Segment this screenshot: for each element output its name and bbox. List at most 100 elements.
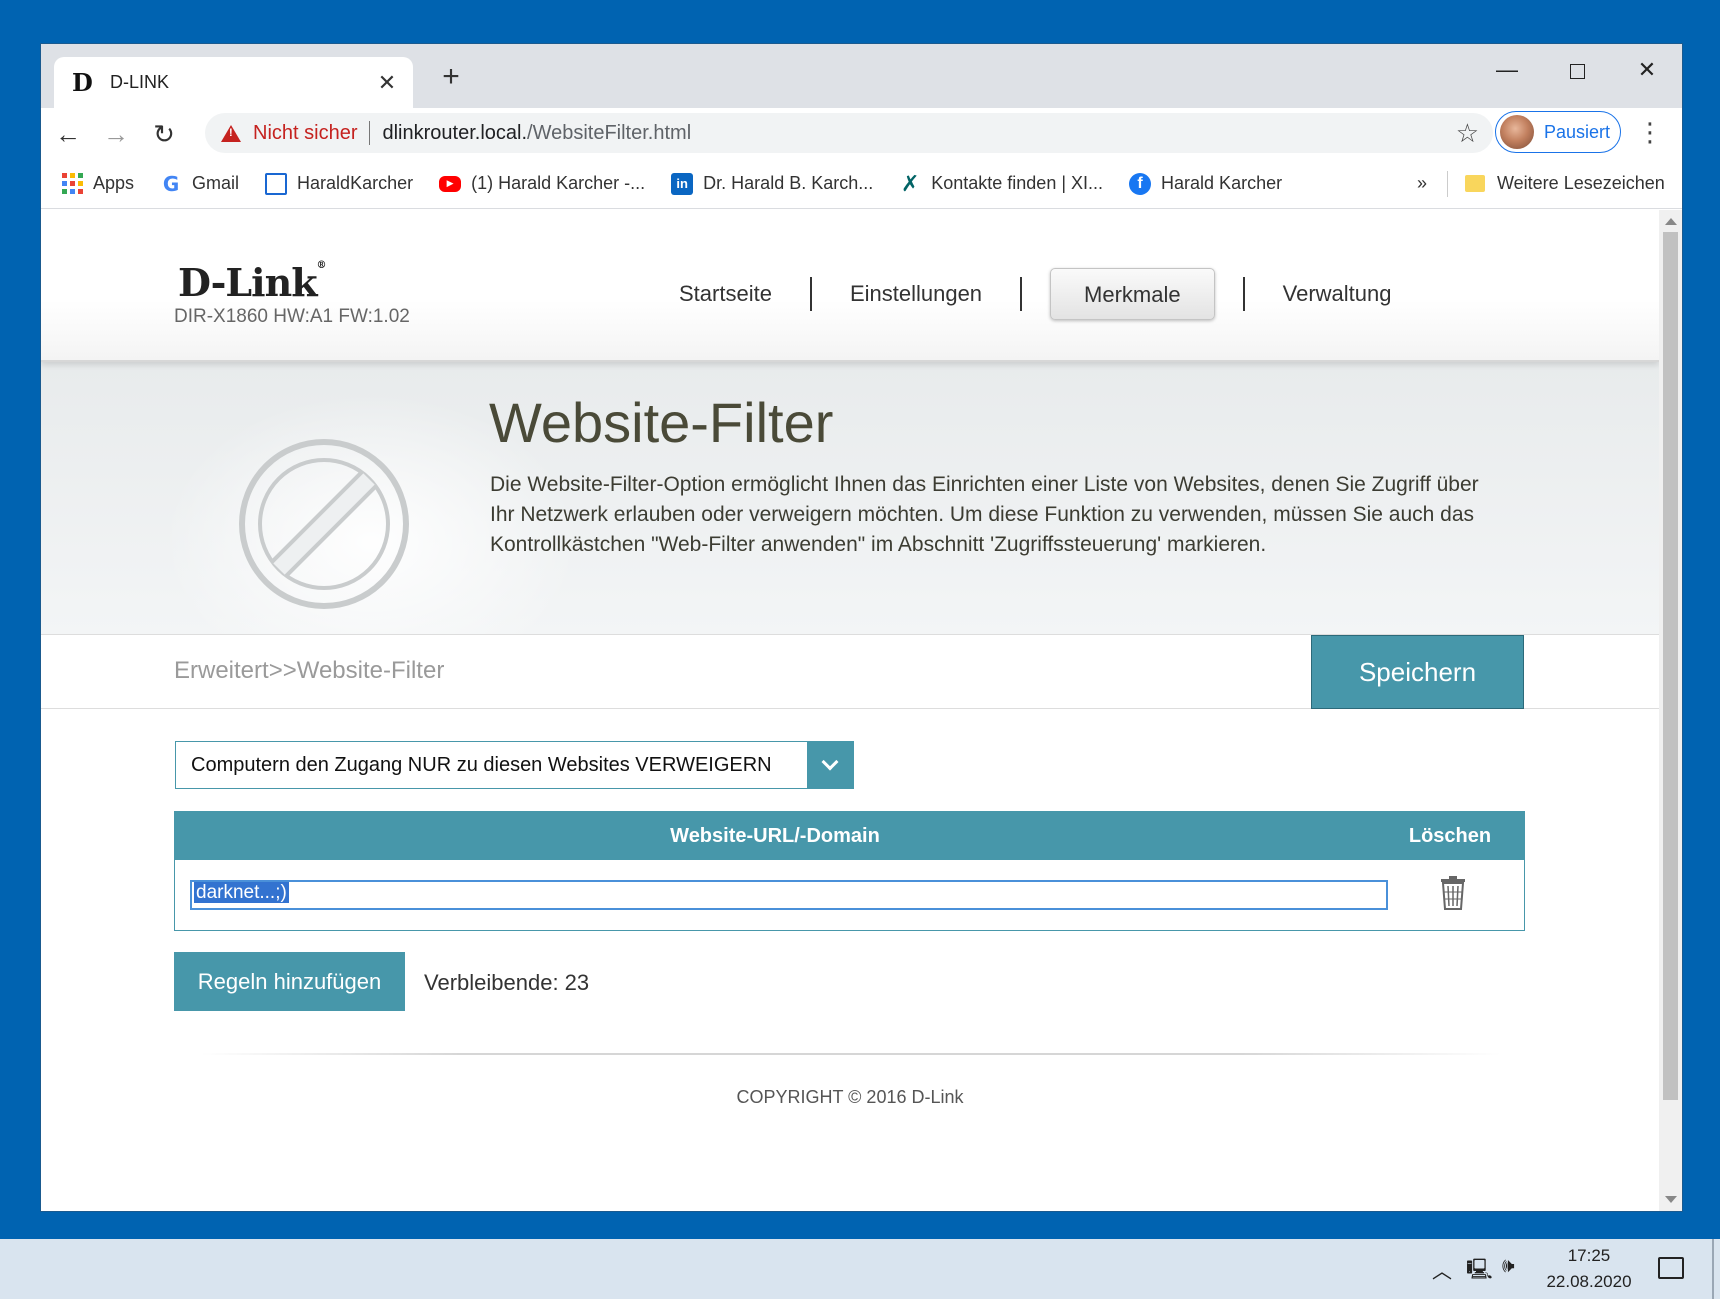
close-window-button[interactable]: ✕ — [1617, 52, 1677, 88]
bookmark-label: Kontakte finden | XI... — [931, 173, 1104, 193]
browser-toolbar: ← → ↻ Nicht sicher dlinkrouter.local./We… — [41, 108, 1682, 159]
chevron-down-icon — [821, 753, 839, 771]
menu-kebab-icon[interactable]: ⋮ — [1637, 114, 1663, 150]
nav-einstellungen[interactable]: Einstellungen — [812, 268, 1020, 320]
apps-grid-icon — [61, 173, 83, 195]
filter-mode-select[interactable]: Computern den Zugang NUR zu diesen Websi… — [175, 741, 854, 789]
scroll-thumb[interactable] — [1663, 232, 1678, 1100]
website-filter-table: Website-URL/-Domain Löschen darknet...;) — [174, 811, 1525, 931]
bookmark-gmail[interactable]: G Gmail — [160, 171, 240, 196]
other-bookmarks-folder[interactable]: Weitere Lesezeichen — [1465, 173, 1665, 194]
vertical-scrollbar[interactable] — [1659, 210, 1682, 1211]
breadcrumb-bar: Erweitert>>Website-Filter Speichern — [41, 634, 1659, 709]
maximize-button[interactable] — [1547, 52, 1607, 88]
page-description: Die Website-Filter-Option ermöglicht Ihn… — [490, 473, 1479, 556]
tab-dlink[interactable]: D D-LINK ✕ — [54, 57, 413, 108]
bookmark-label: Apps — [93, 173, 135, 193]
table-header: Website-URL/-Domain Löschen — [175, 812, 1524, 860]
save-button[interactable]: Speichern — [1311, 635, 1524, 709]
profile-button[interactable]: Pausiert — [1495, 111, 1621, 153]
youtube-icon: ▶ — [439, 175, 462, 192]
address-bar[interactable]: Nicht sicher dlinkrouter.local./WebsiteF… — [205, 113, 1493, 153]
dropdown-button[interactable] — [807, 742, 853, 788]
close-tab-icon[interactable]: ✕ — [375, 70, 399, 96]
bookmark-label: Dr. Harald B. Karch... — [703, 173, 874, 193]
hero-banner: Website-Filter Die Website-Filter-Option… — [41, 362, 1659, 634]
forward-button[interactable]: → — [95, 113, 137, 155]
folder-icon — [1465, 175, 1485, 192]
bookmark-haraldkarcher[interactable]: HaraldKarcher — [265, 172, 414, 195]
reload-button[interactable]: ↻ — [143, 113, 185, 155]
url-text[interactable]: dlinkrouter.local./WebsiteFilter.html — [382, 122, 691, 145]
security-label[interactable]: Nicht sicher — [253, 122, 357, 145]
copyright: COPYRIGHT © 2016 D-Link — [736, 1087, 964, 1107]
bookmark-label: Gmail — [192, 173, 240, 193]
column-header-delete: Löschen — [1408, 825, 1492, 847]
more-bookmarks-button[interactable]: » — [1417, 173, 1427, 194]
page-viewport: D-Link® DIR-X1860 HW:A1 FW:1.02 Startsei… — [41, 210, 1659, 1211]
clock[interactable]: 17:25 22.08.2020 — [1536, 1243, 1642, 1295]
breadcrumb: Erweitert>>Website-Filter — [174, 657, 445, 684]
bookmarks-divider — [1447, 170, 1448, 197]
maximize-icon — [1569, 63, 1585, 79]
dlink-logo: D-Link® — [178, 260, 327, 305]
nav-merkmale[interactable]: Merkmale — [1050, 268, 1215, 320]
brand-text: D-Link — [178, 260, 318, 305]
google-icon: G — [162, 171, 180, 196]
prohibited-icon — [239, 439, 409, 609]
filter-mode-value: Computern den Zugang NUR zu diesen Websi… — [191, 753, 772, 776]
clock-time: 17:25 — [1567, 1246, 1611, 1265]
network-icon[interactable]: 🖳 — [1466, 1255, 1493, 1289]
xing-icon: ✗ — [901, 170, 920, 196]
bookmark-apps[interactable]: Apps — [61, 173, 134, 195]
facebook-icon: f — [1129, 172, 1152, 195]
linkedin-icon: in — [671, 172, 694, 195]
model-info: DIR-X1860 HW:A1 FW:1.02 — [174, 306, 410, 327]
volume-icon[interactable]: 🕪 — [1502, 1255, 1515, 1278]
bookmark-linkedin[interactable]: in Dr. Harald B. Karch... — [671, 172, 874, 195]
url-host: dlinkrouter.local. — [382, 121, 528, 144]
nav-divider — [1020, 277, 1023, 311]
browser-window: D D-LINK ✕ + — ✕ ← → ↻ Nicht sicher dlin… — [41, 44, 1682, 1211]
table-row: darknet...;) — [175, 860, 1524, 930]
minimize-button[interactable]: — — [1477, 52, 1537, 88]
show-desktop-edge[interactable] — [1712, 1239, 1714, 1299]
bookmark-label: HaraldKarcher — [297, 173, 414, 193]
bookmarks-bar: Apps G Gmail HaraldKarcher ▶ (1) Harald … — [41, 159, 1682, 209]
router-header: D-Link® DIR-X1860 HW:A1 FW:1.02 Startsei… — [41, 210, 1659, 362]
page-icon — [265, 172, 288, 195]
nav-verwaltung[interactable]: Verwaltung — [1245, 268, 1430, 320]
bookmark-xing[interactable]: ✗ Kontakte finden | XI... — [899, 170, 1104, 196]
bookmark-facebook[interactable]: f Harald Karcher — [1129, 172, 1283, 195]
chevron-up-icon[interactable]: ︿ — [1432, 1255, 1452, 1284]
taskbar: ︿ 🖳 🕪 17:25 22.08.2020 — [0, 1239, 1720, 1299]
bookmark-label: Harald Karcher — [1161, 173, 1283, 193]
trash-icon[interactable] — [1440, 876, 1466, 910]
footer-divider — [201, 1053, 1501, 1055]
url-path: /WebsiteFilter.html — [527, 121, 692, 144]
tab-bar: D D-LINK ✕ + — ✕ — [41, 44, 1682, 108]
new-tab-button[interactable]: + — [433, 60, 469, 96]
registered-mark: ® — [316, 260, 327, 271]
notification-icon[interactable] — [1658, 1257, 1684, 1279]
page-title: Website-Filter — [489, 391, 834, 454]
bookmark-youtube[interactable]: ▶ (1) Harald Karcher -... — [439, 173, 645, 194]
other-bookmarks-label: Weitere Lesezeichen — [1497, 173, 1665, 193]
nav-startseite[interactable]: Startseite — [641, 268, 810, 320]
add-rule-button[interactable]: Regeln hinzufügen — [174, 952, 405, 1011]
omnibox-divider — [369, 121, 371, 145]
back-button[interactable]: ← — [47, 113, 89, 155]
scroll-down-icon[interactable] — [1665, 1196, 1677, 1203]
bookmark-star-icon[interactable]: ☆ — [1456, 118, 1479, 149]
url-input-selection: darknet...;) — [194, 882, 289, 903]
url-input[interactable]: darknet...;) — [190, 880, 1388, 910]
scroll-up-icon[interactable] — [1665, 218, 1677, 225]
profile-label: Pausiert — [1544, 121, 1611, 142]
warning-icon — [221, 124, 241, 142]
bookmark-label: (1) Harald Karcher -... — [471, 173, 646, 193]
main-nav: Startseite Einstellungen Merkmale Verwal… — [641, 268, 1429, 320]
column-header-url: Website-URL/-Domain — [670, 825, 880, 847]
remaining-count: Verbleibende: 23 — [424, 970, 590, 995]
avatar — [1500, 115, 1534, 149]
tab-title: D-LINK — [110, 72, 170, 92]
